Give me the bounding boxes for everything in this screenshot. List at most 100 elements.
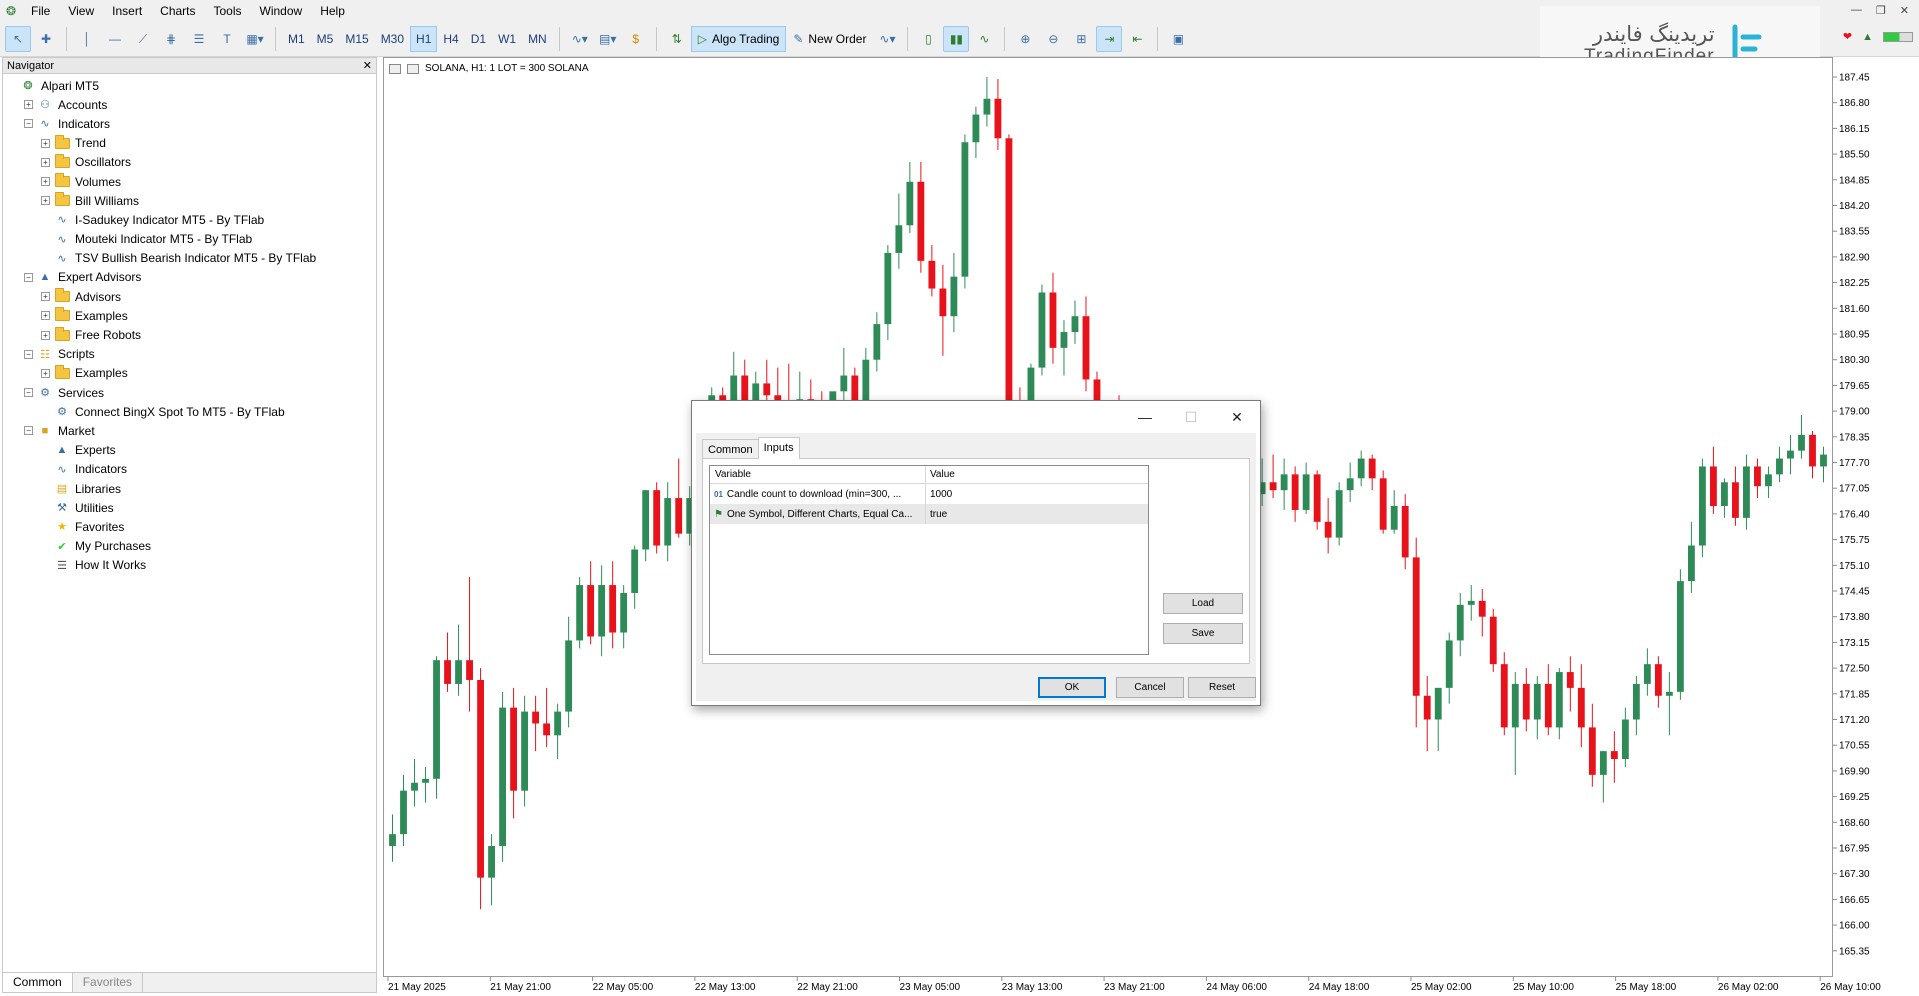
- timeframe-m15[interactable]: M15: [339, 26, 374, 52]
- ok-button[interactable]: OK: [1038, 677, 1106, 698]
- timeframe-d1[interactable]: D1: [465, 26, 492, 52]
- expand-toggle-icon[interactable]: +: [41, 292, 50, 302]
- cursor-tool-icon[interactable]: ↖: [5, 26, 31, 52]
- zoom-in-icon[interactable]: ⊕: [1012, 26, 1038, 52]
- dialog-minimize-icon[interactable]: —: [1122, 401, 1168, 433]
- header-variable[interactable]: Variable: [710, 466, 926, 483]
- table-row[interactable]: 01 Candle count to download (min=300, ..…: [710, 484, 1148, 504]
- menu-insert[interactable]: Insert: [103, 0, 151, 22]
- expand-toggle-icon[interactable]: −: [24, 388, 33, 398]
- load-button[interactable]: Load: [1163, 593, 1243, 614]
- algo-trading-button[interactable]: ▷ Algo Trading: [690, 26, 787, 52]
- reset-button[interactable]: Reset: [1188, 677, 1256, 698]
- menu-charts[interactable]: Charts: [151, 0, 204, 22]
- chart-menu-icon[interactable]: [389, 63, 401, 74]
- tree-item[interactable]: − ■ Market: [3, 421, 376, 440]
- chart-shift-icon[interactable]: ⇤: [1124, 26, 1150, 52]
- timeframe-h4[interactable]: H4: [437, 26, 464, 52]
- tree-item[interactable]: − ▲ Expert Advisors: [3, 268, 376, 287]
- value-cell[interactable]: true: [926, 509, 1148, 520]
- tree-item[interactable]: + Volumes: [3, 172, 376, 191]
- timeframe-m5[interactable]: M5: [311, 26, 340, 52]
- vertical-line-icon[interactable]: │: [74, 26, 100, 52]
- expand-toggle-icon[interactable]: +: [41, 311, 50, 321]
- navigator-tab-common[interactable]: Common: [3, 973, 73, 992]
- timeframe-m1[interactable]: M1: [282, 26, 311, 52]
- templates-icon[interactable]: ▤▾: [595, 26, 621, 52]
- expand-toggle-icon[interactable]: +: [41, 138, 50, 148]
- tree-item[interactable]: + Bill Williams: [3, 191, 376, 210]
- tab-common[interactable]: Common: [702, 439, 759, 459]
- tree-item[interactable]: ✔ My Purchases: [3, 537, 376, 556]
- market-dollar-icon[interactable]: $: [623, 26, 649, 52]
- timeframe-m30[interactable]: M30: [375, 26, 410, 52]
- timeframe-mn[interactable]: MN: [522, 26, 553, 52]
- tree-item[interactable]: ∿ I-Sadukey Indicator MT5 - By TFlab: [3, 210, 376, 229]
- tree-item[interactable]: ☰ How It Works: [3, 556, 376, 575]
- text-tool-icon[interactable]: T: [214, 26, 240, 52]
- one-click-trading-icon[interactable]: ⇅: [664, 26, 690, 52]
- menu-view[interactable]: View: [59, 0, 103, 22]
- navigator-tab-favorites[interactable]: Favorites: [73, 973, 144, 992]
- menu-file[interactable]: File: [22, 0, 59, 22]
- tree-item[interactable]: − ⚙ Services: [3, 383, 376, 402]
- expand-toggle-icon[interactable]: +: [41, 330, 50, 340]
- candlestick-chart-icon[interactable]: ▮▮: [943, 26, 970, 52]
- navigator-close-icon[interactable]: ✕: [363, 59, 372, 72]
- tree-item[interactable]: + Examples: [3, 306, 376, 325]
- tree-item[interactable]: + Free Robots: [3, 325, 376, 344]
- expand-toggle-icon[interactable]: +: [24, 100, 33, 110]
- tree-item[interactable]: + Examples: [3, 364, 376, 383]
- tree-item[interactable]: − ☷ Scripts: [3, 345, 376, 364]
- expand-toggle-icon[interactable]: −: [24, 349, 33, 359]
- crosshair-tool-icon[interactable]: ✚: [33, 26, 59, 52]
- cancel-button[interactable]: Cancel: [1116, 677, 1184, 698]
- line-chart-icon[interactable]: ∿: [971, 26, 997, 52]
- menu-window[interactable]: Window: [251, 0, 312, 22]
- menu-tools[interactable]: Tools: [205, 0, 251, 22]
- header-value[interactable]: Value: [926, 466, 1148, 483]
- save-button[interactable]: Save: [1163, 623, 1243, 644]
- timeframe-w1[interactable]: W1: [492, 26, 522, 52]
- indicators-menu-icon[interactable]: ∿▾: [874, 26, 900, 52]
- tree-item[interactable]: ⚒ Utilities: [3, 498, 376, 517]
- screenshot-icon[interactable]: ▣: [1165, 26, 1191, 52]
- expand-toggle-icon[interactable]: +: [41, 368, 50, 378]
- tile-windows-icon[interactable]: ⊞: [1068, 26, 1094, 52]
- timeframe-h1[interactable]: H1: [410, 26, 438, 52]
- restore-icon[interactable]: ❐: [1876, 4, 1886, 17]
- chart-toggle-icon[interactable]: [407, 63, 419, 74]
- tree-item[interactable]: − ∿ Indicators: [3, 114, 376, 133]
- trend-line-icon[interactable]: ⟋: [130, 26, 156, 52]
- dialog-close-icon[interactable]: ✕: [1214, 401, 1260, 433]
- new-order-button[interactable]: ✎ New Order: [786, 26, 873, 52]
- tree-item[interactable]: ★ Favorites: [3, 517, 376, 536]
- fibonacci-icon[interactable]: ☰: [186, 26, 212, 52]
- tree-item[interactable]: + ⚇ Accounts: [3, 95, 376, 114]
- horizontal-line-icon[interactable]: —: [102, 26, 128, 52]
- tree-item[interactable]: ⚙ Connect BingX Spot To MT5 - By TFlab: [3, 402, 376, 421]
- tree-item[interactable]: + Oscillators: [3, 153, 376, 172]
- tree-item[interactable]: ▲ Experts: [3, 441, 376, 460]
- tab-inputs[interactable]: Inputs: [757, 437, 800, 459]
- bar-chart-icon[interactable]: ▯: [915, 26, 941, 52]
- tree-item[interactable]: + Trend: [3, 134, 376, 153]
- tree-item[interactable]: ∿ Mouteki Indicator MT5 - By TFlab: [3, 230, 376, 249]
- expand-toggle-icon[interactable]: −: [24, 119, 33, 129]
- tree-item[interactable]: + Advisors: [3, 287, 376, 306]
- tree-item[interactable]: ∿ Indicators: [3, 460, 376, 479]
- table-row[interactable]: ⚑ One Symbol, Different Charts, Equal Ca…: [710, 504, 1148, 524]
- channel-icon[interactable]: ⋕: [158, 26, 184, 52]
- auto-scroll-icon[interactable]: ⇥: [1096, 26, 1123, 52]
- expand-toggle-icon[interactable]: +: [41, 157, 50, 167]
- chart-type-icon[interactable]: ∿▾: [567, 26, 593, 52]
- tree-item[interactable]: ❂ Alpari MT5: [3, 76, 376, 95]
- expand-toggle-icon[interactable]: +: [41, 177, 50, 187]
- zoom-out-icon[interactable]: ⊖: [1040, 26, 1066, 52]
- minimize-icon[interactable]: —: [1851, 4, 1862, 17]
- shapes-menu-icon[interactable]: ▦▾: [242, 26, 268, 52]
- expand-toggle-icon[interactable]: +: [41, 196, 50, 206]
- tree-item[interactable]: ▤ Libraries: [3, 479, 376, 498]
- expand-toggle-icon[interactable]: −: [24, 426, 33, 436]
- menu-help[interactable]: Help: [311, 0, 354, 22]
